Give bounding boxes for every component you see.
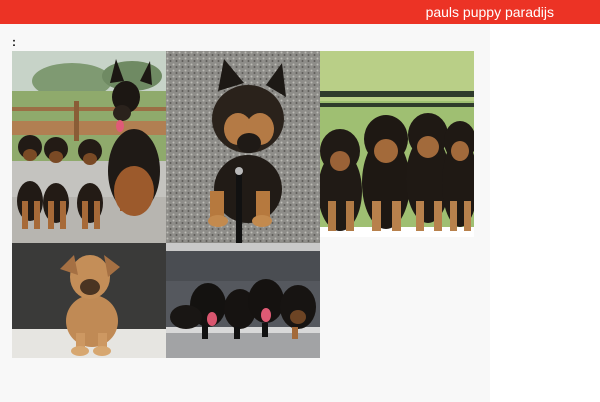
dog-photo-icon	[320, 51, 474, 237]
dog-photo-icon	[166, 51, 320, 243]
dog-photo-icon	[12, 243, 166, 358]
photo-puppy-litter-sitting[interactable]	[320, 51, 474, 237]
site-title[interactable]: pauls puppy paradijs	[426, 3, 554, 21]
photo-adult-dog-with-puppies[interactable]	[12, 51, 166, 243]
photo-black-puppies-on-couch[interactable]	[166, 243, 320, 358]
photo-puppy-on-gravel[interactable]	[166, 51, 320, 243]
gallery-label: :	[12, 35, 16, 49]
photo-light-puppy-sitting[interactable]	[12, 243, 166, 358]
dog-photo-icon	[12, 51, 166, 243]
header-bar: pauls puppy paradijs	[0, 0, 600, 24]
dog-photo-icon	[166, 243, 320, 358]
